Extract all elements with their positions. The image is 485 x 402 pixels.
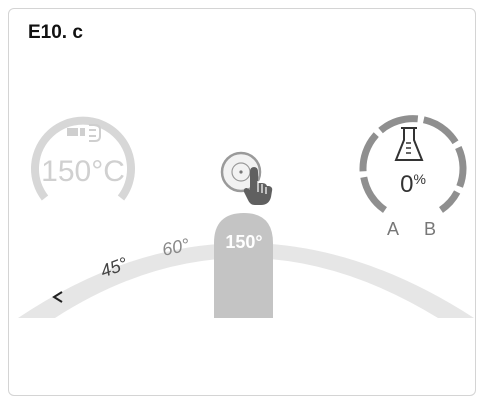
channel-a-label: A bbox=[387, 219, 399, 239]
reagent-percent-unit: % bbox=[413, 171, 425, 187]
blower-icon bbox=[67, 124, 101, 142]
flask-icon bbox=[394, 127, 424, 161]
reagent-percent: 0% bbox=[400, 171, 426, 198]
temperature-value: 150°C bbox=[41, 155, 125, 188]
angle-arc-scale[interactable]: 45° 60° 150° bbox=[18, 213, 474, 318]
reagent-percent-value: 0 bbox=[400, 171, 413, 198]
selected-angle-label[interactable]: 150° bbox=[225, 232, 262, 252]
channel-b-label: B bbox=[424, 219, 436, 239]
temperature-gauge: 150°C bbox=[31, 116, 135, 201]
start-button[interactable] bbox=[220, 151, 273, 205]
selected-angle-marker[interactable] bbox=[214, 213, 273, 318]
reagent-gauge: 0% A B bbox=[359, 115, 467, 239]
